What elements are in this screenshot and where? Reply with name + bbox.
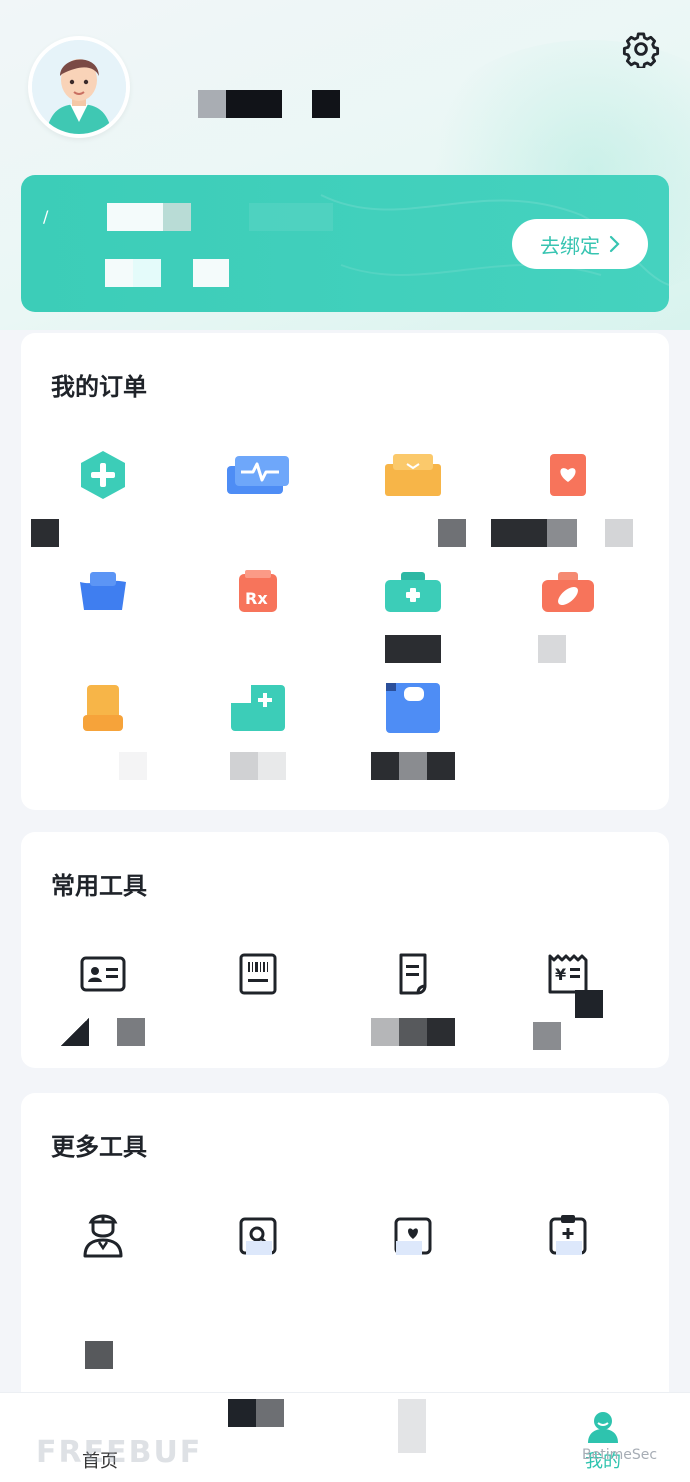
pill-bag-icon xyxy=(71,561,135,621)
order-item[interactable] xyxy=(498,561,638,663)
order-item-label-redacted xyxy=(59,752,147,780)
tool-item[interactable] xyxy=(188,944,328,1046)
plus-card-icon xyxy=(226,678,290,738)
avatar-illustration xyxy=(32,40,126,134)
order-item-label-redacted xyxy=(360,519,466,547)
tool-item[interactable]: ¥ xyxy=(498,944,638,1050)
medicine-case-icon xyxy=(536,561,600,621)
document-icon xyxy=(71,678,135,738)
bind-button[interactable]: 去绑定 xyxy=(512,219,648,269)
tool-item-label-redacted xyxy=(61,1018,145,1046)
medkit-icon xyxy=(381,561,445,621)
user-icon xyxy=(588,1412,618,1443)
tools-card: 常用工具 ¥ xyxy=(21,832,669,1068)
barcode-icon xyxy=(226,944,290,1004)
box-icon xyxy=(381,445,445,505)
more-tool-item[interactable] xyxy=(188,1205,328,1307)
more-tool-item[interactable] xyxy=(33,1205,173,1307)
order-item[interactable] xyxy=(343,678,483,780)
wechat-watermark: BetimeSec xyxy=(582,1447,658,1463)
svg-text:¥: ¥ xyxy=(555,965,566,984)
more-tools-title: 更多工具 xyxy=(51,1133,147,1161)
bind-card: / 去绑定 xyxy=(21,175,669,312)
avatar[interactable] xyxy=(28,36,130,138)
search-card-icon xyxy=(226,1205,290,1265)
username-redacted xyxy=(198,90,340,118)
plus-hexagon-icon xyxy=(71,445,135,505)
order-item-label-redacted xyxy=(491,519,633,547)
chevron-right-icon xyxy=(609,235,620,253)
order-item[interactable]: Rx xyxy=(188,561,328,663)
tool-item-label-redacted xyxy=(371,1018,455,1046)
clipboard-plus-icon xyxy=(536,1205,600,1265)
order-item[interactable] xyxy=(343,445,483,547)
tool-item[interactable] xyxy=(343,944,483,1046)
prescription-icon xyxy=(381,944,445,1004)
tab-bar: 首页 我的 FREEBUF BetimeSec xyxy=(0,1392,690,1482)
orders-card: 我的订单 Rx xyxy=(21,333,669,810)
tool-item[interactable] xyxy=(33,944,173,1046)
doctor-icon xyxy=(71,1205,135,1265)
freebuf-watermark: FREEBUF xyxy=(36,1435,203,1470)
order-item[interactable] xyxy=(343,561,483,663)
svg-text:Rx: Rx xyxy=(245,589,268,608)
order-item[interactable] xyxy=(188,678,328,780)
order-item[interactable] xyxy=(33,678,173,780)
order-item[interactable] xyxy=(33,561,173,663)
tab-redacted xyxy=(228,1399,284,1431)
order-item[interactable] xyxy=(491,445,638,547)
heart-card-icon xyxy=(536,445,600,505)
order-item[interactable] xyxy=(188,445,328,547)
orders-title: 我的订单 xyxy=(51,373,147,401)
heart-folder-icon xyxy=(381,1205,445,1265)
order-item[interactable] xyxy=(31,445,173,547)
order-item-label-redacted xyxy=(371,752,455,780)
order-item-label-redacted xyxy=(385,635,441,663)
gear-icon[interactable] xyxy=(622,30,660,70)
tab-mine[interactable]: 我的 xyxy=(543,1393,663,1482)
more-tool-item-redacted xyxy=(85,1341,113,1373)
more-tool-item[interactable] xyxy=(343,1205,483,1307)
heartbeat-icon xyxy=(226,445,290,505)
tool-item-label-redacted xyxy=(533,990,603,1050)
rx-icon: Rx xyxy=(226,561,290,621)
bed-icon xyxy=(381,678,445,738)
more-tools-card: 更多工具 xyxy=(21,1093,669,1423)
bind-button-label: 去绑定 xyxy=(540,233,600,258)
id-card-icon xyxy=(71,944,135,1004)
tab-redacted-2 xyxy=(398,1399,426,1457)
more-tool-item[interactable] xyxy=(498,1205,638,1307)
order-item-label-redacted xyxy=(230,752,286,780)
tools-title: 常用工具 xyxy=(51,872,147,900)
